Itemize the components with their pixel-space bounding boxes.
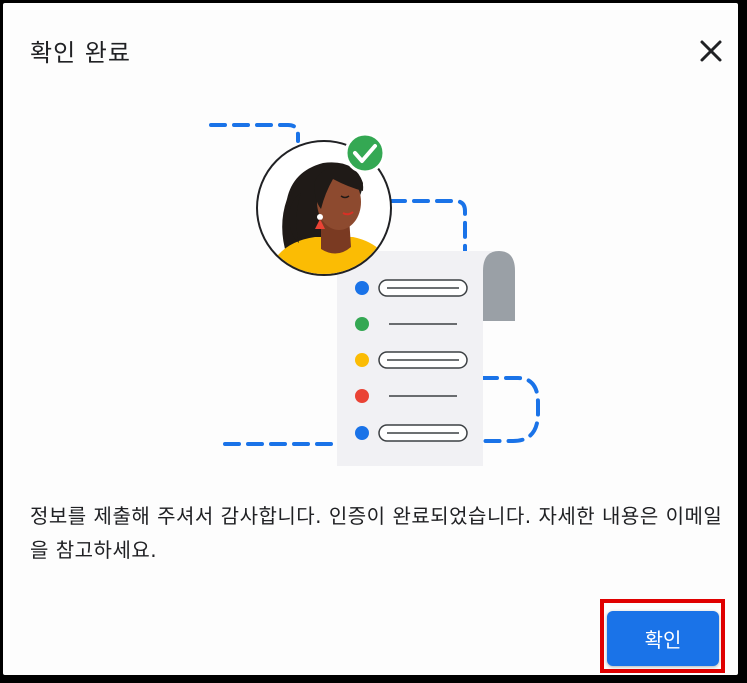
document-icon: [337, 251, 515, 466]
verification-illustration: [209, 123, 540, 466]
dialog-message: 정보를 제출해 주셔서 감사합니다. 인증이 완료되었습니다. 자세한 내용은 …: [30, 504, 723, 562]
verification-complete-dialog: 확인 완료 정보를 제출해 주셔서 감사합니다. 인증이 완료되었습니다. 자세…: [3, 3, 738, 675]
check-icon: [344, 132, 386, 174]
confirm-button[interactable]: 확인: [607, 611, 719, 666]
